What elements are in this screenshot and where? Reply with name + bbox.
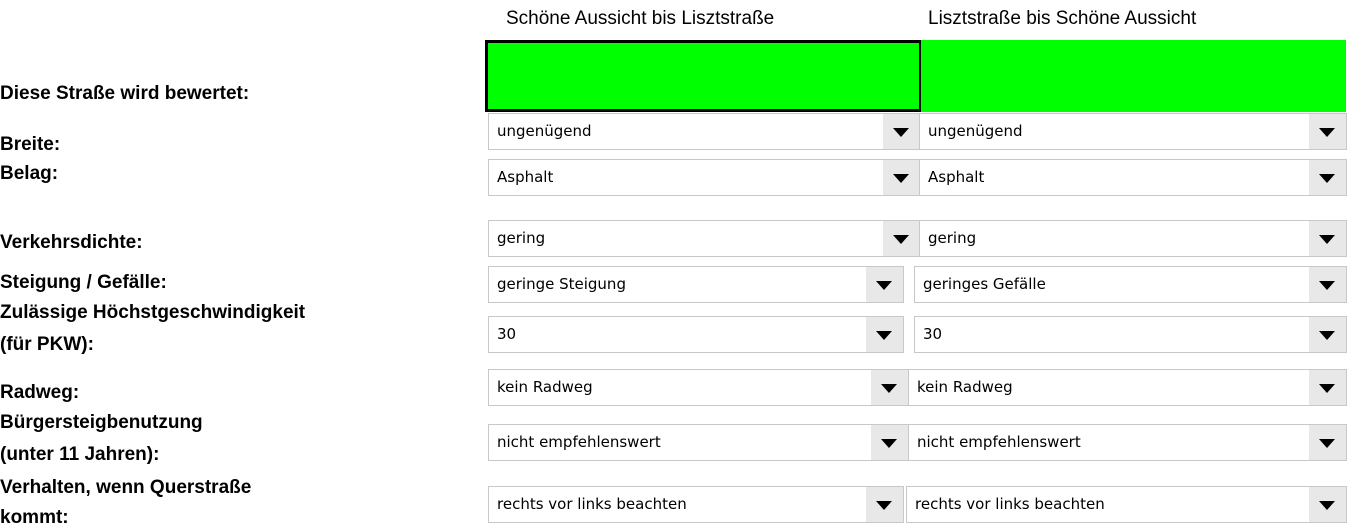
triangle-down-icon [881, 439, 897, 448]
triangle-down-icon [1319, 235, 1335, 244]
label-crossing-line2: kommt: [0, 507, 69, 528]
traffic-value-right: gering [928, 229, 977, 247]
slope-dropdown-button-left[interactable] [866, 267, 903, 302]
speed-value-right: 30 [923, 325, 943, 343]
crossing-select-left[interactable]: rechts vor links beachten [488, 486, 904, 523]
width-value-left: ungenügend [497, 122, 592, 140]
sidewalk-select-left[interactable]: nicht empfehlenswert [488, 424, 909, 461]
label-rated-street: Diese Straße wird bewertet: [0, 83, 250, 104]
triangle-down-icon [1319, 501, 1335, 510]
triangle-down-icon [876, 331, 892, 340]
traffic-select-right[interactable]: gering [919, 220, 1347, 257]
triangle-down-icon [893, 128, 909, 137]
label-crossing-line1: Verhalten, wenn Querstraße [0, 477, 252, 498]
surface-value-right: Asphalt [928, 168, 985, 186]
width-dropdown-button-right[interactable] [1309, 114, 1346, 149]
surface-dropdown-button-left[interactable] [883, 160, 920, 195]
surface-select-left[interactable]: Asphalt [488, 159, 921, 196]
traffic-dropdown-button-right[interactable] [1309, 221, 1346, 256]
slope-dropdown-button-right[interactable] [1309, 267, 1346, 302]
triangle-down-icon [1319, 384, 1335, 393]
label-crossing: Verhalten, wenn Querstraße kommt: [0, 477, 251, 529]
speed-dropdown-button-left[interactable] [866, 317, 903, 352]
bike-lane-value-left: kein Radweg [497, 378, 593, 396]
sidewalk-value-right: nicht empfehlenswert [917, 433, 1081, 451]
label-surface: Belag: [0, 163, 59, 184]
surface-value-left: Asphalt [497, 168, 554, 186]
triangle-down-icon [893, 235, 909, 244]
crossing-dropdown-button-right[interactable] [1309, 487, 1346, 522]
traffic-select-left[interactable]: gering [488, 220, 921, 257]
slope-value-right: geringes Gefälle [923, 275, 1046, 293]
label-sidewalk-line2: (unter 11 Jahren): [0, 444, 160, 465]
triangle-down-icon [893, 174, 909, 183]
triangle-down-icon [1319, 439, 1335, 448]
traffic-value-left: gering [497, 229, 546, 247]
label-speed-line1: Zulässige Höchstgeschwindigkeit [0, 302, 306, 323]
sidewalk-dropdown-button-left[interactable] [871, 425, 908, 460]
rating-color-left [485, 40, 921, 112]
width-dropdown-button-left[interactable] [883, 114, 920, 149]
label-traffic: Verkehrsdichte: [0, 232, 143, 253]
speed-value-left: 30 [497, 325, 517, 343]
speed-select-left[interactable]: 30 [488, 316, 904, 353]
slope-value-left: geringe Steigung [497, 275, 626, 293]
bike-lane-dropdown-button-right[interactable] [1309, 370, 1346, 405]
label-sidewalk-line1: Bürgersteigbenutzung [0, 412, 203, 433]
label-speed-line2: (für PKW): [0, 334, 94, 355]
sidewalk-value-left: nicht empfehlenswert [497, 433, 661, 451]
crossing-select-right[interactable]: rechts vor links beachten [906, 486, 1347, 523]
width-select-right[interactable]: ungenügend [919, 113, 1347, 150]
crossing-value-left: rechts vor links beachten [497, 495, 687, 513]
label-speed: Zulässige Höchstgeschwindigkeit (für PKW… [0, 302, 305, 356]
label-width: Breite: [0, 134, 61, 155]
slope-select-right[interactable]: geringes Gefälle [914, 266, 1347, 303]
width-value-right: ungenügend [928, 122, 1023, 140]
triangle-down-icon [876, 501, 892, 510]
crossing-value-right: rechts vor links beachten [915, 495, 1105, 513]
triangle-down-icon [1319, 281, 1335, 290]
triangle-down-icon [1319, 331, 1335, 340]
surface-dropdown-button-right[interactable] [1309, 160, 1346, 195]
rating-color-right [919, 40, 1346, 112]
label-bike-lane: Radweg: [0, 382, 80, 403]
crossing-dropdown-button-left[interactable] [866, 487, 903, 522]
bike-lane-dropdown-button-left[interactable] [871, 370, 908, 405]
traffic-dropdown-button-left[interactable] [883, 221, 920, 256]
width-select-left[interactable]: ungenügend [488, 113, 921, 150]
column-header-left: Schöne Aussicht bis Lisztstraße [506, 8, 775, 29]
speed-select-right[interactable]: 30 [914, 316, 1347, 353]
label-sidewalk: Bürgersteigbenutzung (unter 11 Jahren): [0, 412, 203, 466]
bike-lane-select-left[interactable]: kein Radweg [488, 369, 909, 406]
triangle-down-icon [881, 384, 897, 393]
triangle-down-icon [876, 281, 892, 290]
surface-select-right[interactable]: Asphalt [919, 159, 1347, 196]
triangle-down-icon [1319, 128, 1335, 137]
sidewalk-select-right[interactable]: nicht empfehlenswert [908, 424, 1347, 461]
triangle-down-icon [1319, 174, 1335, 183]
label-slope: Steigung / Gefälle: [0, 272, 167, 293]
bike-lane-value-right: kein Radweg [917, 378, 1013, 396]
slope-select-left[interactable]: geringe Steigung [488, 266, 904, 303]
sidewalk-dropdown-button-right[interactable] [1309, 425, 1346, 460]
column-header-right: Lisztstraße bis Schöne Aussicht [928, 8, 1197, 29]
speed-dropdown-button-right[interactable] [1309, 317, 1346, 352]
bike-lane-select-right[interactable]: kein Radweg [908, 369, 1347, 406]
